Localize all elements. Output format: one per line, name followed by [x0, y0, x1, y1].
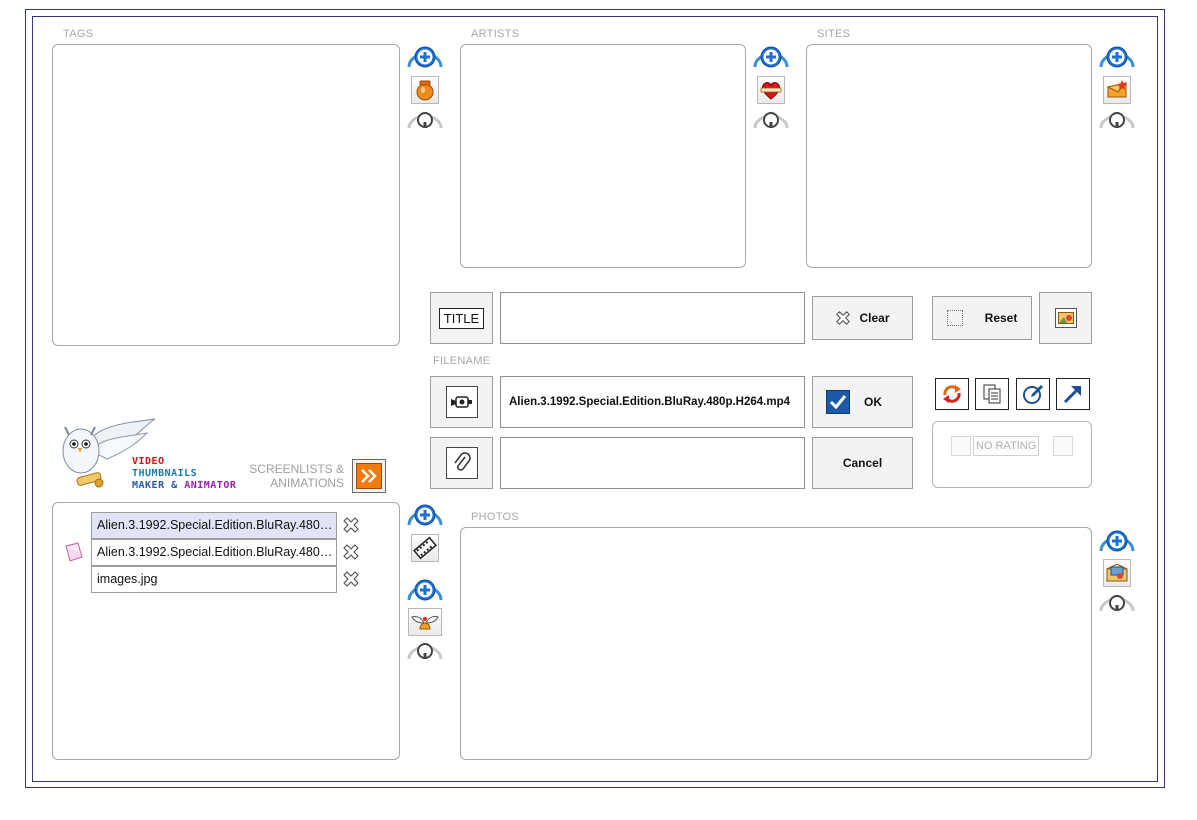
- clear-animations-button[interactable]: [406, 640, 444, 662]
- add-animation-button[interactable]: [406, 578, 444, 604]
- ring-icon: [1098, 109, 1136, 131]
- cancel-button-label: Cancel: [842, 456, 883, 470]
- add-screenlist-button[interactable]: [406, 503, 444, 529]
- ring-icon: [752, 109, 790, 131]
- file-row-2[interactable]: Alien.3.1992.Special.Edition.BluRay.480p…: [91, 539, 337, 566]
- refresh-button[interactable]: [935, 378, 969, 410]
- sites-list[interactable]: [806, 44, 1092, 268]
- remove-file-3-button[interactable]: [342, 570, 360, 588]
- clear-tags-button[interactable]: [406, 109, 444, 131]
- attachment-field[interactable]: [500, 437, 805, 489]
- filename-label: FILENAME: [433, 355, 491, 367]
- file-row-3[interactable]: images.jpg: [91, 566, 337, 593]
- photos-list[interactable]: [460, 527, 1092, 760]
- reset-button[interactable]: Reset: [932, 296, 1032, 340]
- checkbox-checked-icon: [826, 390, 850, 414]
- ok-button-label: OK: [864, 395, 882, 409]
- reset-frame-icon: [946, 310, 963, 326]
- envelope-star-icon: [1106, 80, 1128, 98]
- artists-label: ARTISTS: [471, 28, 520, 40]
- tags-list[interactable]: [52, 44, 400, 346]
- edit-button[interactable]: [1016, 378, 1050, 410]
- clear-photos-button[interactable]: [1098, 592, 1136, 614]
- file-row-1[interactable]: Alien.3.1992.Special.Edition.BluRay.480p…: [91, 512, 337, 539]
- double-chevron-right-icon: [356, 463, 382, 489]
- artists-list[interactable]: [460, 44, 746, 268]
- sites-manager-button[interactable]: [1098, 75, 1136, 105]
- rating-decrease-slot[interactable]: [951, 436, 971, 456]
- ok-button[interactable]: OK: [812, 376, 913, 428]
- plus-icon: [752, 45, 790, 71]
- ring-icon: [406, 109, 444, 131]
- screenlists-label: SCREENLISTS & ANIMATIONS: [240, 462, 344, 490]
- app-logo-text: VIDEO THUMBNAILS MAKER & ANIMATOR: [132, 456, 236, 492]
- rating-increase-slot[interactable]: [1053, 436, 1073, 456]
- screenlist-button[interactable]: [406, 533, 444, 563]
- plus-icon: [406, 45, 444, 71]
- note-icon: [65, 542, 83, 562]
- open-button[interactable]: [1056, 378, 1090, 410]
- photos-label: PHOTOS: [471, 511, 520, 523]
- animation-button[interactable]: [406, 607, 444, 637]
- heart-ribbon-icon: [760, 81, 782, 100]
- copy-button[interactable]: [975, 378, 1009, 410]
- copy-icon: [983, 384, 1001, 404]
- filename-field[interactable]: Alien.3.1992.Special.Edition.BluRay.480p…: [500, 376, 805, 428]
- ring-icon: [406, 640, 444, 662]
- add-photo-button[interactable]: [1098, 529, 1136, 555]
- plus-icon: [406, 578, 444, 604]
- film-icon: [413, 536, 437, 560]
- rating-control[interactable]: NO RATING: [951, 435, 1073, 457]
- artists-manager-button[interactable]: [752, 75, 790, 105]
- photo-envelope-icon: [1106, 563, 1128, 582]
- sites-label: SITES: [817, 28, 851, 40]
- clear-sites-button[interactable]: [1098, 109, 1136, 131]
- remove-file-2-button[interactable]: [342, 543, 360, 561]
- logo-video: VIDEO: [132, 456, 165, 467]
- clear-button[interactable]: Clear: [812, 296, 913, 340]
- filename-source-button[interactable]: [430, 376, 493, 428]
- title-button-label: TITLE: [438, 307, 485, 329]
- add-site-button[interactable]: [1098, 45, 1136, 71]
- screenlists-label-line2: ANIMATIONS: [270, 476, 344, 490]
- winged-bell-icon: [411, 616, 439, 630]
- remove-file-1-button[interactable]: [342, 516, 360, 534]
- remove-x-icon: [835, 310, 851, 326]
- tags-label: TAGS: [63, 28, 94, 40]
- cancel-button[interactable]: Cancel: [812, 437, 913, 489]
- projector-icon: [445, 386, 478, 418]
- title-field[interactable]: [500, 292, 805, 344]
- add-artist-button[interactable]: [752, 45, 790, 71]
- ring-icon: [1098, 592, 1136, 614]
- title-button[interactable]: TITLE: [430, 292, 493, 344]
- screenlists-label-line1: SCREENLISTS &: [249, 462, 344, 476]
- image-preview-button[interactable]: [1039, 292, 1092, 344]
- logo-animator: ANIMATOR: [184, 480, 237, 491]
- logo-thumbnails: THUMBNAILS: [132, 468, 198, 479]
- plus-icon: [1098, 45, 1136, 71]
- arrow-up-right-icon: [1063, 386, 1081, 404]
- clear-artists-button[interactable]: [752, 109, 790, 131]
- logo-maker: MAKER: [132, 480, 165, 491]
- plus-icon: [1098, 529, 1136, 555]
- add-tag-button[interactable]: [406, 45, 444, 71]
- screenlists-forward-button[interactable]: [352, 459, 386, 493]
- logo-ampersand: &: [171, 480, 178, 491]
- reset-button-label: Reset: [984, 311, 1018, 325]
- honey-pot-icon: [416, 80, 434, 101]
- rating-text: NO RATING: [973, 436, 1040, 456]
- photos-manager-button[interactable]: [1098, 558, 1136, 588]
- tags-manager-button[interactable]: [406, 75, 444, 105]
- clear-button-label: Clear: [859, 311, 890, 325]
- image-icon: [1054, 308, 1077, 328]
- plus-icon: [406, 503, 444, 529]
- paperclip-icon: [445, 447, 478, 479]
- edit-icon: [1023, 385, 1043, 404]
- attachment-button[interactable]: [430, 437, 493, 489]
- refresh-icon: [943, 385, 961, 403]
